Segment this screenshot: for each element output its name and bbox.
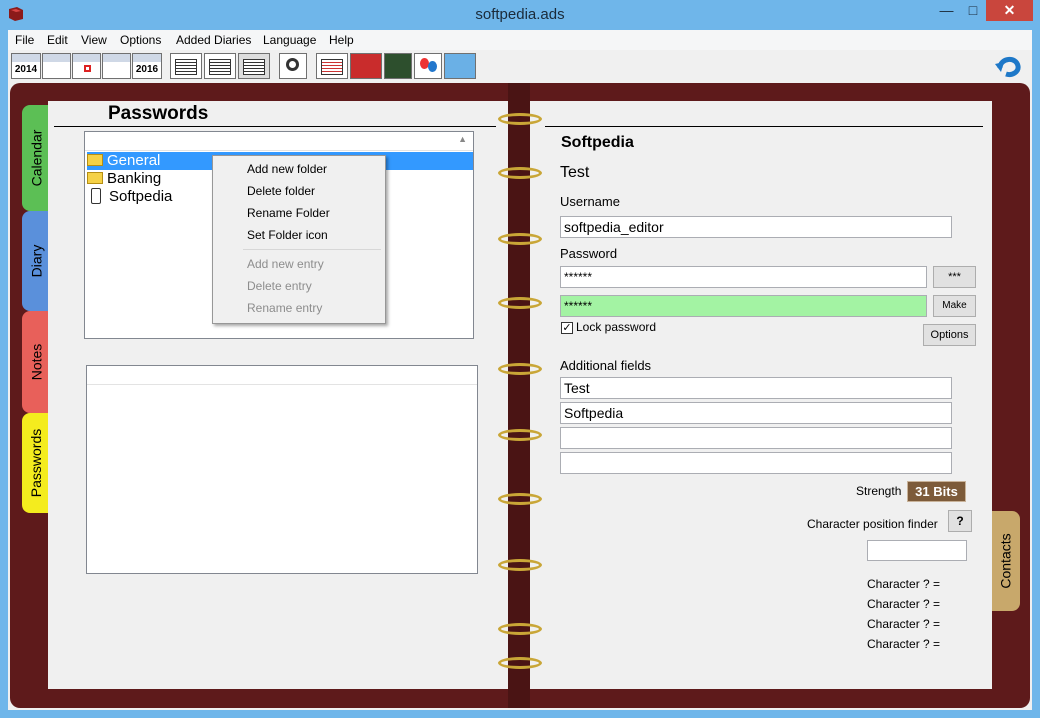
additional-field-3[interactable] xyxy=(560,427,952,449)
character-result-3: Character ? = xyxy=(867,617,941,631)
strength-label: Strength xyxy=(856,484,902,498)
ctx-add-folder[interactable]: Add new folder xyxy=(247,160,327,178)
binder-ring xyxy=(498,657,542,669)
binder-ring xyxy=(498,559,542,571)
address-book-icon[interactable] xyxy=(350,53,382,79)
title-bar: softpedia.ads — □ ✕ xyxy=(0,0,1040,30)
username-label: Username xyxy=(560,194,620,209)
family-icon[interactable] xyxy=(444,53,476,79)
ctx-rename-folder[interactable]: Rename Folder xyxy=(247,204,330,222)
password-confirm-field[interactable]: ****** xyxy=(560,295,927,317)
client-area: File Edit View Options Added Diaries Lan… xyxy=(8,30,1032,710)
show-password-button[interactable]: *** xyxy=(933,266,976,288)
character-result-2: Character ? = xyxy=(867,597,941,611)
month-view-icon[interactable] xyxy=(238,53,270,79)
strength-badge: 31 Bits xyxy=(907,481,966,502)
menu-bar: File Edit View Options Added Diaries Lan… xyxy=(8,30,1032,50)
tab-contacts-label: Contacts xyxy=(998,533,1014,589)
binder-ring xyxy=(498,363,542,375)
binder-ring xyxy=(498,623,542,635)
entry-list[interactable] xyxy=(86,365,478,574)
title-rule xyxy=(54,126,496,127)
binder-ring xyxy=(498,493,542,505)
make-password-button[interactable]: Make xyxy=(933,295,976,317)
list-view-icon[interactable] xyxy=(316,53,348,79)
menu-edit[interactable]: Edit xyxy=(47,33,68,47)
balloons-icon[interactable] xyxy=(414,53,442,79)
week-view-icon[interactable] xyxy=(170,53,202,79)
list-header xyxy=(87,366,477,385)
tab-calendar[interactable]: Calendar xyxy=(22,105,50,211)
tab-passwords-label: Passwords xyxy=(28,428,44,498)
search-icon[interactable] xyxy=(279,53,307,79)
lock-password-checkbox[interactable]: ✓ xyxy=(561,322,573,334)
tab-diary-label: Diary xyxy=(28,244,45,278)
binder-ring xyxy=(498,113,542,125)
ctx-delete-entry: Delete entry xyxy=(247,279,312,293)
entry-title: Softpedia xyxy=(561,134,634,151)
folder-icon xyxy=(87,171,103,184)
undo-icon[interactable] xyxy=(994,52,1024,80)
close-button[interactable]: ✕ xyxy=(986,0,1033,21)
window-title: softpedia.ads xyxy=(475,6,565,23)
minimize-button[interactable]: — xyxy=(933,0,960,21)
tab-notes-label: Notes xyxy=(28,343,45,381)
phone-icon xyxy=(91,187,101,204)
menu-help[interactable]: Help xyxy=(329,33,354,47)
app-window: softpedia.ads — □ ✕ File Edit View Optio… xyxy=(0,0,1040,718)
tab-diary[interactable]: Diary xyxy=(22,211,50,311)
two-page-view-icon[interactable] xyxy=(204,53,236,79)
additional-field-1[interactable]: Test xyxy=(560,377,952,399)
tab-notes[interactable]: Notes xyxy=(22,311,50,413)
password-field[interactable]: ****** xyxy=(560,266,927,288)
menu-view[interactable]: View xyxy=(81,33,107,47)
toolbar: 2014 2016 xyxy=(8,50,1032,82)
folder-icon xyxy=(87,153,103,166)
ctx-set-folder-icon[interactable]: Set Folder icon xyxy=(247,226,328,244)
menu-added-diaries[interactable]: Added Diaries xyxy=(176,33,251,47)
notebook-icon[interactable] xyxy=(384,53,412,79)
additional-fields-label: Additional fields xyxy=(560,358,652,373)
additional-field-4[interactable] xyxy=(560,452,952,474)
context-menu: Add new folder Delete folder Rename Fold… xyxy=(212,155,386,324)
ctx-add-entry: Add new entry xyxy=(247,257,324,271)
prev-year-button[interactable]: 2014 xyxy=(11,53,41,79)
tab-contacts[interactable]: Contacts xyxy=(992,511,1020,611)
next-year-button[interactable]: 2016 xyxy=(132,53,162,79)
lock-password-label: Lock password xyxy=(576,320,657,334)
sort-arrow-icon: ▲ xyxy=(458,134,467,144)
maximize-button[interactable]: □ xyxy=(960,0,986,21)
tab-passwords[interactable]: Passwords xyxy=(22,413,50,513)
entry-subtitle: Test xyxy=(560,164,590,181)
menu-options[interactable]: Options xyxy=(120,33,161,47)
menu-language[interactable]: Language xyxy=(263,33,316,47)
calendar-today-icon[interactable] xyxy=(72,53,101,79)
binder-ring xyxy=(498,233,542,245)
tree-header: ▲ xyxy=(85,132,473,151)
today-marker-icon xyxy=(84,65,91,72)
tab-calendar-label: Calendar xyxy=(28,129,45,187)
character-result-4: Character ? = xyxy=(867,637,941,651)
username-field[interactable]: softpedia_editor xyxy=(560,216,952,238)
char-finder-label: Character position finder xyxy=(807,517,938,531)
binder-ring xyxy=(498,167,542,179)
ctx-rename-entry: Rename entry xyxy=(247,301,323,315)
tree-item-softpedia[interactable]: Softpedia xyxy=(87,187,172,206)
calendar-month-prev-icon[interactable] xyxy=(42,53,71,79)
menu-file[interactable]: File xyxy=(15,33,34,47)
ctx-separator xyxy=(243,249,381,250)
page-title: Passwords xyxy=(108,103,209,124)
options-button[interactable]: Options xyxy=(923,324,976,346)
calendar-month-next-icon[interactable] xyxy=(102,53,131,79)
additional-field-2[interactable]: Softpedia xyxy=(560,402,952,424)
char-finder-help-button[interactable]: ? xyxy=(948,510,972,532)
tree-item-banking[interactable]: Banking xyxy=(87,170,161,188)
password-label: Password xyxy=(560,246,618,261)
char-finder-input[interactable] xyxy=(867,540,967,561)
title-rule-right xyxy=(545,126,983,127)
ctx-delete-folder[interactable]: Delete folder xyxy=(247,182,315,200)
binder-ring xyxy=(498,429,542,441)
character-result-1: Character ? = xyxy=(867,577,941,591)
binder-ring xyxy=(498,297,542,309)
